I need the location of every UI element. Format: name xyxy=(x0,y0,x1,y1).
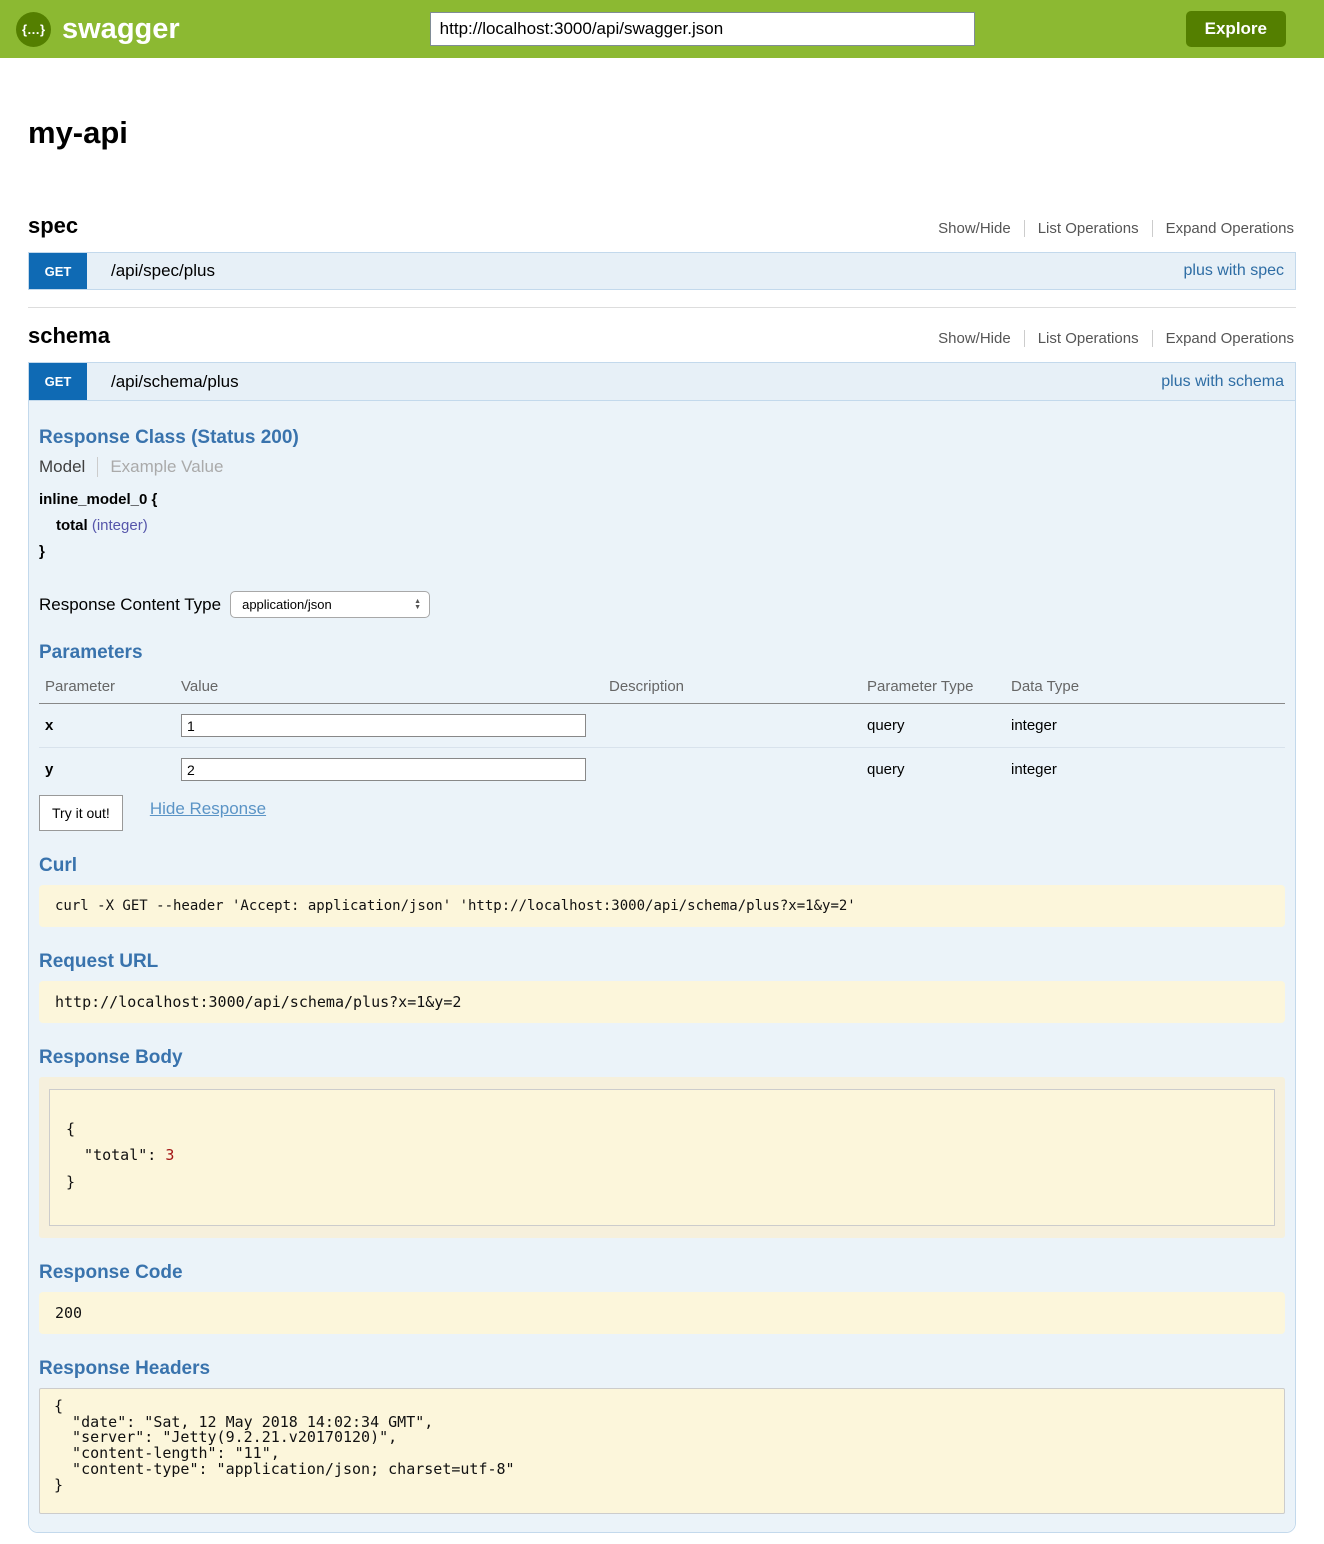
parameters-header-row: Parameter Value Description Parameter Ty… xyxy=(39,672,1285,704)
param-value-input-y[interactable] xyxy=(181,758,586,781)
response-body-outer: { "total": 3 } xyxy=(39,1077,1285,1238)
curl-heading: Curl xyxy=(39,855,1285,877)
parameter-row-y: y query integer xyxy=(39,748,1285,792)
hide-response-link[interactable]: Hide Response xyxy=(150,799,266,819)
model-property-type: (integer) xyxy=(92,517,148,534)
explore-button[interactable]: Explore xyxy=(1186,11,1286,47)
parameters-table: Parameter Value Description Parameter Ty… xyxy=(39,672,1285,791)
response-code-heading: Response Code xyxy=(39,1262,1285,1284)
spec-section-title: spec xyxy=(28,213,78,239)
col-parameter: Parameter xyxy=(39,672,175,704)
spec-section-controls: Show/Hide List Operations Expand Operati… xyxy=(925,220,1296,237)
model-property: total (integer) xyxy=(39,513,1285,539)
param-description-x xyxy=(603,704,861,748)
param-name-y: y xyxy=(39,748,175,792)
brand-title: swagger xyxy=(62,13,180,46)
request-url-heading: Request URL xyxy=(39,951,1285,973)
json-open-brace: { xyxy=(66,1120,75,1138)
parameter-row-x: x query integer xyxy=(39,704,1285,748)
try-it-out-row: Try it out! Hide Response xyxy=(39,795,1285,831)
col-value: Value xyxy=(175,672,603,704)
schema-show-hide-link[interactable]: Show/Hide xyxy=(925,330,1024,347)
spec-url-input[interactable] xyxy=(430,12,975,46)
schema-section-title: schema xyxy=(28,323,110,349)
response-class-heading: Response Class (Status 200) xyxy=(39,427,1285,449)
curl-command-block: curl -X GET --header 'Accept: applicatio… xyxy=(39,885,1285,927)
schema-operation-container: GET /api/schema/plus plus with schema Re… xyxy=(28,362,1296,1533)
model-signature: inline_model_0 { total (integer) } xyxy=(39,487,1285,565)
param-description-y xyxy=(603,748,861,792)
response-content-type-row: Response Content Type application/json ▲… xyxy=(39,591,1285,618)
logo-glyph: {…} xyxy=(22,22,45,37)
response-headers-block: { "date": "Sat, 12 May 2018 14:02:34 GMT… xyxy=(39,1388,1285,1515)
schema-expand-operations-link[interactable]: Expand Operations xyxy=(1153,330,1296,347)
signature-tabs: Model Example Value xyxy=(39,457,1285,477)
request-url-block: http://localhost:3000/api/schema/plus?x=… xyxy=(39,981,1285,1023)
schema-operation-row[interactable]: GET /api/schema/plus plus with schema xyxy=(29,363,1295,401)
schema-get-method-badge[interactable]: GET xyxy=(29,363,87,400)
param-value-input-x[interactable] xyxy=(181,714,586,737)
param-type-x: query xyxy=(861,704,1005,748)
spec-operation-row[interactable]: GET /api/spec/plus plus with spec xyxy=(28,252,1296,290)
spec-operation-path[interactable]: /api/spec/plus xyxy=(87,253,215,289)
response-content-type-label: Response Content Type xyxy=(39,595,221,615)
spec-expand-operations-link[interactable]: Expand Operations xyxy=(1153,220,1296,237)
main-content: my-api spec Show/Hide List Operations Ex… xyxy=(28,115,1296,1533)
select-arrows-icon: ▲▼ xyxy=(414,599,421,611)
json-value: 3 xyxy=(165,1146,174,1164)
parameters-heading: Parameters xyxy=(39,642,1285,664)
response-body-json: { "total": 3 } xyxy=(49,1089,1275,1226)
section-divider xyxy=(28,307,1296,308)
schema-operation-summary-link[interactable]: plus with schema xyxy=(1161,363,1295,400)
spec-list-operations-link[interactable]: List Operations xyxy=(1025,220,1152,237)
model-property-name: total xyxy=(56,517,88,534)
response-headers-heading: Response Headers xyxy=(39,1358,1285,1380)
response-content-type-select[interactable]: application/json ▲▼ xyxy=(230,591,430,618)
json-key: "total": xyxy=(66,1146,165,1164)
spec-show-hide-link[interactable]: Show/Hide xyxy=(925,220,1024,237)
page-title: my-api xyxy=(28,115,1296,151)
col-parameter-type: Parameter Type xyxy=(861,672,1005,704)
schema-operation-path[interactable]: /api/schema/plus xyxy=(87,363,239,400)
schema-list-operations-link[interactable]: List Operations xyxy=(1025,330,1152,347)
param-data-type-y: integer xyxy=(1005,748,1285,792)
response-body-heading: Response Body xyxy=(39,1047,1285,1069)
spec-operation-summary-link[interactable]: plus with spec xyxy=(1184,253,1296,289)
spec-section-header: spec Show/Hide List Operations Expand Op… xyxy=(28,213,1296,239)
response-content-type-selected: application/json xyxy=(242,597,332,612)
param-name-x: x xyxy=(39,704,175,748)
schema-operation-content: Response Class (Status 200) Model Exampl… xyxy=(29,401,1295,1532)
col-description: Description xyxy=(603,672,861,704)
spec-get-method-badge[interactable]: GET xyxy=(29,253,87,289)
tab-model[interactable]: Model xyxy=(39,457,97,477)
model-open-brace: inline_model_0 { xyxy=(39,487,1285,513)
json-close-brace: } xyxy=(66,1173,75,1191)
schema-section-header: schema Show/Hide List Operations Expand … xyxy=(28,323,1296,349)
response-code-block: 200 xyxy=(39,1292,1285,1334)
top-header-bar: {…} swagger Explore xyxy=(0,0,1324,58)
param-data-type-x: integer xyxy=(1005,704,1285,748)
try-it-out-button[interactable]: Try it out! xyxy=(39,795,123,831)
swagger-logo-icon: {…} xyxy=(16,12,51,47)
col-data-type: Data Type xyxy=(1005,672,1285,704)
schema-section-controls: Show/Hide List Operations Expand Operati… xyxy=(925,330,1296,347)
param-type-y: query xyxy=(861,748,1005,792)
tab-example-value[interactable]: Example Value xyxy=(97,457,223,477)
model-close-brace: } xyxy=(39,539,1285,565)
